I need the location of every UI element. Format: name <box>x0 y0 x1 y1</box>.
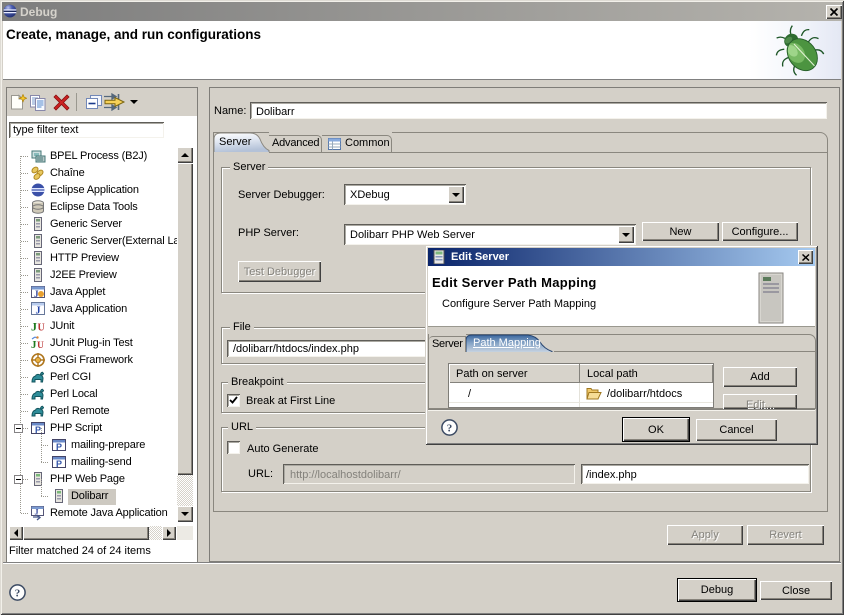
svg-text:?: ? <box>15 587 21 599</box>
svg-text:?: ? <box>447 422 453 434</box>
svg-text:P: P <box>56 442 62 452</box>
svg-text:U: U <box>37 341 44 351</box>
svg-text:J: J <box>36 306 41 317</box>
svg-text:J: J <box>31 320 37 334</box>
svg-text:P: P <box>56 459 62 469</box>
svg-text:J: J <box>34 289 39 299</box>
svg-text:U: U <box>38 323 45 334</box>
